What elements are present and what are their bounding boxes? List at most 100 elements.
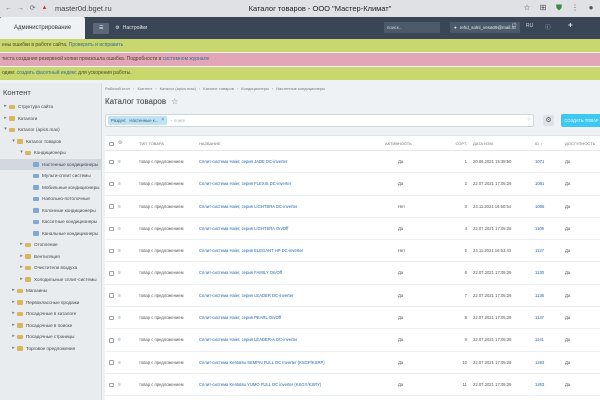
sidebar-item[interactable]: ▸ Посадочные в каталоге — [0, 308, 101, 320]
row-menu-icon[interactable]: ≡ — [118, 285, 124, 307]
grid-settings-button[interactable]: ⚙ — [543, 115, 554, 126]
row-checkbox[interactable] — [109, 285, 114, 307]
user-menu[interactable]: ● rehd_solni_vesa09@mail.ru — [450, 22, 520, 33]
sidebar-item[interactable]: Настенные кондиционеры — [0, 158, 101, 170]
product-name-link[interactable]: Сплит-система Kentatsu KANAMI DC Inverte… — [199, 396, 379, 400]
tree-toggle-icon[interactable]: ▸ — [3, 101, 8, 113]
filter-dropdown-icon[interactable]: ▿ — [527, 117, 530, 123]
fix-errors-link[interactable]: Проверить и исправить — [69, 42, 123, 48]
sidebar-item[interactable]: Мульти-сплит системы — [0, 170, 101, 182]
cell-id-link[interactable]: 1273 — [535, 396, 555, 400]
sidebar-item[interactable]: ▸ Торговое предложения — [0, 343, 101, 355]
row-checkbox[interactable] — [109, 307, 114, 329]
sidebar-item[interactable]: ▾ Кондиционеры — [0, 147, 101, 159]
add-product-button[interactable]: СОЗДАТЬ ТОВАР — [561, 114, 600, 127]
sidebar-item[interactable]: Канальные кондиционеры — [0, 228, 101, 240]
table-row[interactable]: ≡ товар с предложением Сплит-система Haier… — [105, 173, 600, 196]
row-checkbox[interactable] — [109, 240, 114, 262]
breadcrumb-item[interactable]: Контент — [137, 86, 152, 91]
col-active[interactable]: АКТИВНОСТЬ — [385, 136, 425, 151]
product-name-link[interactable]: Сплит-система Haier, серия LEADER-A DC-i… — [199, 329, 379, 351]
table-row[interactable]: ≡ товар с предложением Сплит-система Haier… — [105, 196, 600, 218]
product-name-link[interactable]: Сплит-система Haier, серия FAMILY On/Off — [199, 262, 379, 284]
tree-toggle-icon[interactable]: ▸ — [11, 331, 16, 343]
row-menu-icon[interactable]: ≡ — [118, 218, 124, 240]
row-menu-icon[interactable]: ≡ — [118, 307, 124, 329]
sidebar-item[interactable]: ▸ Каталоги — [0, 113, 101, 125]
table-row[interactable]: ≡ товар с предложением Сплит-система Haier… — [105, 307, 600, 330]
product-name-link[interactable]: Сплит-система Haier, серия LEADER DC-inv… — [199, 285, 379, 307]
table-row[interactable]: ≡ товар с предложением Сплит-система Haier… — [105, 218, 600, 241]
tree-toggle-icon[interactable]: ▸ — [11, 320, 16, 332]
sidebar-item[interactable]: ▸ Посадочные страницы — [0, 331, 101, 343]
tree-toggle-icon[interactable]: ▸ — [19, 251, 24, 263]
breadcrumb-item[interactable]: Каталог (apics.max) — [160, 86, 196, 91]
row-menu-icon[interactable]: ≡ — [118, 151, 124, 173]
tree-toggle-icon[interactable]: ▸ — [3, 113, 8, 125]
product-name-link[interactable]: Сплит-система Haier, серия FLEXIS DC-inv… — [199, 173, 379, 195]
col-date[interactable]: ДАТА ИЗМ. — [473, 136, 523, 151]
tree-toggle-icon[interactable]: ▾ — [19, 147, 24, 159]
table-row[interactable]: ≡ товар с предложением Сплит-система Haier… — [105, 329, 600, 352]
tree-toggle-icon[interactable]: ▸ — [19, 274, 24, 286]
column-settings-icon[interactable]: ⚙ — [118, 136, 124, 151]
product-name-link[interactable]: Сплит-система Haier, серия PEARL On/Off — [199, 307, 379, 329]
sidebar-item[interactable]: ▸ Посадочные в поиске — [0, 320, 101, 332]
menu-toggle-button[interactable]: ☰ — [93, 22, 110, 34]
filter-chip-remove-icon[interactable]: × — [161, 116, 164, 125]
row-menu-icon[interactable]: ≡ — [118, 262, 124, 284]
row-menu-icon[interactable]: ≡ — [118, 396, 124, 400]
col-sort[interactable]: СОРТ. — [445, 136, 467, 151]
product-name-link[interactable]: Сплит-система Kentatsu SEMPAI FULL DC In… — [199, 352, 379, 374]
row-menu-icon[interactable]: ≡ — [118, 352, 124, 374]
extension-icon[interactable]: ⊞ — [538, 3, 548, 13]
row-menu-icon[interactable]: ≡ — [118, 374, 124, 396]
sidebar-item[interactable]: ▸ Первоклассные продажи — [0, 297, 101, 309]
row-checkbox[interactable] — [109, 173, 114, 195]
tree-toggle-icon[interactable]: ▸ — [19, 262, 24, 274]
row-checkbox[interactable] — [109, 352, 114, 374]
reload-icon[interactable]: ⟳ — [28, 4, 37, 13]
col-name[interactable]: НАЗВАНИЕ — [199, 136, 379, 151]
cell-id-link[interactable]: 1085 — [535, 196, 555, 218]
tree-toggle-icon[interactable]: ▸ — [11, 285, 16, 297]
info-icon[interactable]: ⓘ — [545, 23, 551, 31]
product-name-link[interactable]: Сплит-система Haier, серия LIGHTERA DC-i… — [199, 196, 379, 218]
breadcrumb-item[interactable]: Кондиционеры — [241, 86, 269, 91]
col-type[interactable]: ТИП ТОВАРА — [139, 136, 195, 151]
language-switch[interactable]: RU — [526, 23, 533, 29]
cell-id-link[interactable]: 1130 — [535, 262, 555, 284]
table-row[interactable]: ≡ товар с предложением Сплит-система Haier… — [105, 285, 600, 308]
extensions-menu-icon[interactable]: ⋮ — [570, 3, 580, 13]
bookmark-icon[interactable]: ☆ — [522, 3, 532, 13]
tab-administration[interactable]: Администрирование — [0, 17, 86, 39]
tree-toggle-icon[interactable]: ▾ — [3, 124, 8, 136]
sidebar-item[interactable]: Мобильные кондиционеры — [0, 182, 101, 194]
col-availability[interactable]: ДОСТУПНОСТЬ — [565, 136, 600, 151]
sidebar-item[interactable]: ▸ Холодильные сплит-системы — [0, 274, 101, 286]
breadcrumb-item[interactable]: Настенные кондиционеры — [276, 86, 325, 91]
table-row[interactable]: ≡ товар с предложением Сплит-система Haier… — [105, 151, 600, 174]
row-checkbox[interactable] — [109, 374, 114, 396]
cell-id-link[interactable]: 1105 — [535, 218, 555, 240]
table-row[interactable]: ≡ товар с предложением Сплит-система Kenta… — [105, 396, 600, 400]
row-checkbox[interactable] — [109, 262, 114, 284]
logout-icon[interactable]: ⏻ — [512, 23, 516, 30]
cell-id-link[interactable]: 1141 — [535, 329, 555, 351]
tree-toggle-icon[interactable]: ▸ — [11, 308, 16, 320]
table-row[interactable]: ≡ товар с предложением Сплит-система Kenta… — [105, 352, 600, 374]
table-row[interactable]: ≡ товар с предложением Сплит-система Haier… — [105, 262, 600, 285]
tree-toggle-icon[interactable]: ▸ — [11, 297, 16, 309]
cell-id-link[interactable]: 1127 — [535, 240, 555, 262]
row-checkbox[interactable] — [109, 329, 114, 351]
forward-icon[interactable]: → — [16, 4, 25, 13]
filter-chip-section[interactable]: Раздел: Настенные к... × — [108, 116, 168, 125]
sidebar-item[interactable]: Колонные кондиционеры — [0, 205, 101, 217]
sidebar-item[interactable]: ▾ Каталог товаров — [0, 136, 101, 148]
profile-icon[interactable]: ● — [586, 3, 596, 13]
address-bar[interactable]: master0d.bget.ru — [55, 4, 205, 13]
product-name-link[interactable]: Сплит-система Haier, серия ELEGANT HP DC… — [199, 240, 379, 262]
product-name-link[interactable]: Сплит-система Kentatsu YUMO FULL DC inve… — [199, 374, 379, 396]
filter-search-bar[interactable]: Раздел: Настенные к... × + поиск ▿ — [105, 114, 534, 127]
tree-toggle-icon[interactable]: ▸ — [19, 239, 24, 251]
